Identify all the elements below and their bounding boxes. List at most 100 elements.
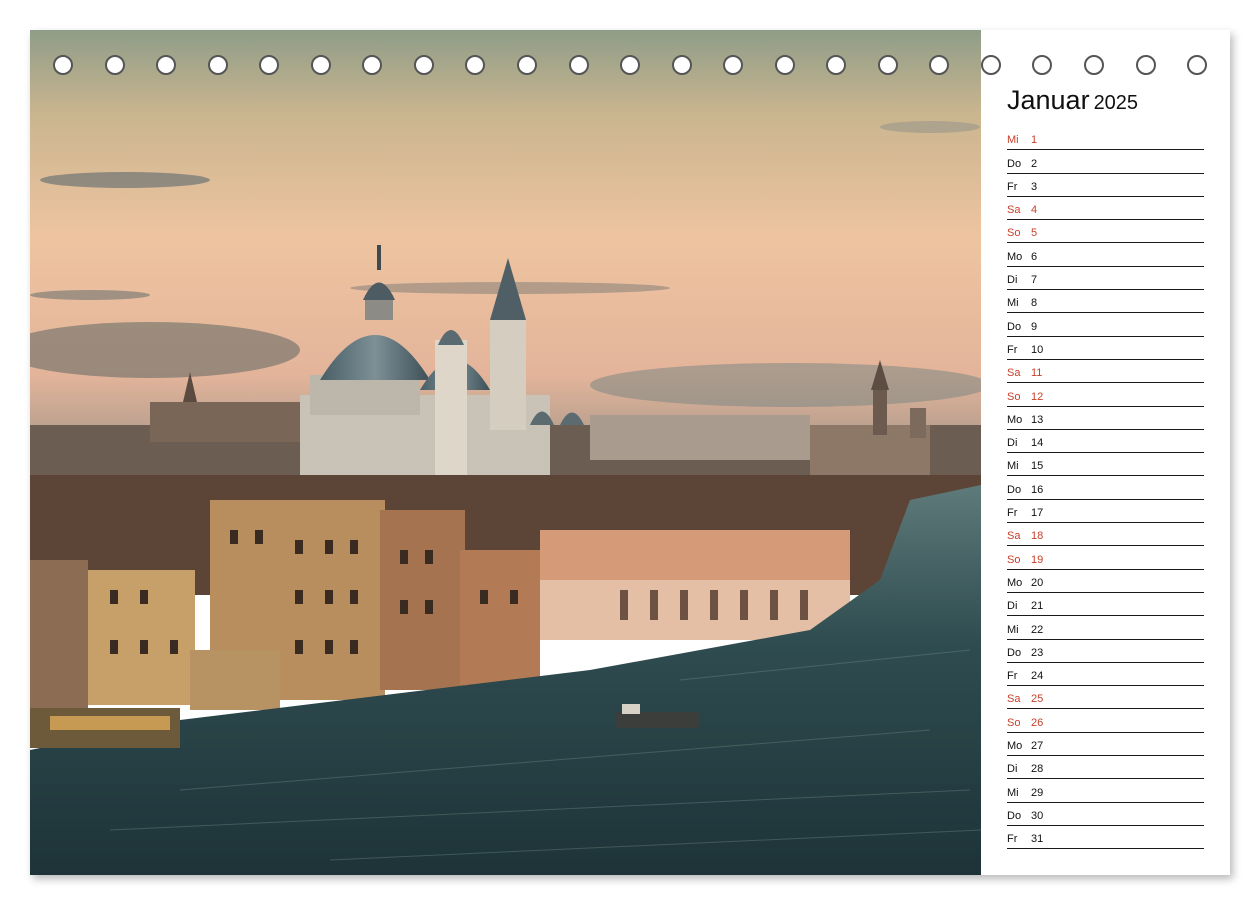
day-row: Mi 1	[1007, 127, 1204, 151]
day-row: Fr 24	[1007, 663, 1204, 687]
weekday-label: Sa	[1007, 367, 1021, 380]
weekday-label: Di	[1007, 763, 1018, 776]
weekday-label: Di	[1007, 437, 1018, 450]
day-number: 23	[1031, 646, 1044, 659]
calendar-panel: Januar 2025 Mi 1 Do 2 Fr 3 Sa 4 So 5 Mo 6 Di 7 Mi 8 Do 9 Fr…	[981, 30, 1230, 875]
weekday-label: Fr	[1007, 833, 1018, 846]
day-row: Sa 11	[1007, 360, 1204, 384]
weekday-label: Fr	[1007, 507, 1018, 520]
weekday-label: Do	[1007, 157, 1022, 170]
day-number: 6	[1031, 250, 1038, 263]
weekday-label: Do	[1007, 646, 1022, 659]
day-row: So 26	[1007, 709, 1204, 733]
weekday-label: Do	[1007, 809, 1022, 822]
day-number: 11	[1031, 367, 1043, 380]
weekday-label: Mo	[1007, 413, 1023, 426]
weekday-label: Sa	[1007, 693, 1021, 706]
day-row: Mo 20	[1007, 570, 1204, 593]
venice-grand-canal-photo	[30, 30, 981, 875]
weekday-label: So	[1007, 553, 1021, 566]
day-number: 28	[1031, 763, 1044, 776]
day-number: 13	[1031, 413, 1044, 426]
weekday-label: Fr	[1007, 670, 1018, 683]
day-number: 17	[1031, 507, 1044, 520]
day-row: Mo 13	[1007, 407, 1204, 430]
weekday-label: Sa	[1007, 530, 1021, 543]
day-number: 14	[1031, 437, 1044, 450]
day-row: Sa 18	[1007, 523, 1204, 547]
day-number: 5	[1031, 227, 1038, 240]
day-row: So 5	[1007, 220, 1204, 244]
day-row: Di 7	[1007, 267, 1204, 291]
day-number: 12	[1031, 390, 1044, 403]
day-number: 3	[1031, 180, 1038, 193]
day-number: 22	[1031, 623, 1044, 636]
day-number: 9	[1031, 320, 1038, 333]
weekday-label: Mi	[1007, 460, 1019, 473]
weekday-label: Di	[1007, 600, 1018, 613]
day-row: Fr 3	[1007, 174, 1204, 197]
weekday-label: Do	[1007, 483, 1022, 496]
month-name: Januar	[1007, 85, 1090, 115]
day-row: Do 2	[1007, 150, 1204, 174]
day-number: 1	[1031, 134, 1038, 147]
day-row: Mi 15	[1007, 453, 1204, 477]
weekday-label: Mi	[1007, 297, 1019, 310]
day-row: Fr 10	[1007, 337, 1204, 360]
day-number: 31	[1031, 833, 1044, 846]
day-number: 8	[1031, 297, 1038, 310]
weekday-label: Sa	[1007, 204, 1021, 217]
day-number: 25	[1031, 693, 1044, 706]
day-row: So 12	[1007, 383, 1204, 407]
day-number: 30	[1031, 809, 1044, 822]
day-number: 24	[1031, 670, 1044, 683]
weekday-label: So	[1007, 716, 1021, 729]
day-number: 29	[1031, 786, 1044, 799]
day-number: 21	[1031, 600, 1044, 613]
day-number: 15	[1031, 460, 1044, 473]
month-title: Januar 2025	[1007, 85, 1138, 116]
day-row: Di 21	[1007, 593, 1204, 617]
weekday-label: So	[1007, 390, 1021, 403]
day-row: Sa 25	[1007, 686, 1204, 710]
day-row: Di 28	[1007, 756, 1204, 780]
weekday-label: Mi	[1007, 134, 1019, 147]
day-row: So 19	[1007, 546, 1204, 570]
day-number: 2	[1031, 157, 1038, 170]
weekday-label: Mo	[1007, 576, 1023, 589]
day-row: Fr 31	[1007, 826, 1204, 850]
year-label: 2025	[1093, 92, 1139, 114]
day-number: 20	[1031, 576, 1044, 589]
day-row: Di 14	[1007, 430, 1204, 454]
day-number: 27	[1031, 740, 1044, 753]
weekday-label: Mo	[1007, 250, 1023, 263]
day-number: 10	[1031, 343, 1044, 356]
day-row: Do 30	[1007, 803, 1204, 826]
day-row: Mo 6	[1007, 243, 1204, 267]
weekday-label: Mo	[1007, 740, 1023, 753]
weekday-label: Do	[1007, 320, 1022, 333]
day-row: Do 23	[1007, 640, 1204, 663]
day-row: Fr 17	[1007, 500, 1204, 524]
calendar-page: Januar 2025 Mi 1 Do 2 Fr 3 Sa 4 So 5 Mo 6 Di 7 Mi 8 Do 9 Fr…	[30, 30, 1230, 875]
day-number: 4	[1031, 204, 1038, 217]
day-number: 7	[1031, 274, 1038, 287]
weekday-label: Fr	[1007, 343, 1018, 356]
day-row: Sa 4	[1007, 197, 1204, 221]
day-number: 18	[1031, 530, 1044, 543]
day-number: 16	[1031, 483, 1044, 496]
day-row: Do 9	[1007, 313, 1204, 337]
day-row: Mo 27	[1007, 733, 1204, 757]
day-row: Do 16	[1007, 476, 1204, 500]
weekday-label: Fr	[1007, 180, 1018, 193]
day-list: Mi 1 Do 2 Fr 3 Sa 4 So 5 Mo 6 Di 7 Mi 8 Do 9 Fr 10 Sa 11 So 12 M…	[1007, 127, 1204, 850]
day-number: 19	[1031, 553, 1044, 566]
weekday-label: Mi	[1007, 623, 1019, 636]
day-number: 26	[1031, 716, 1044, 729]
day-row: Mi 8	[1007, 290, 1204, 314]
day-row: Mi 29	[1007, 779, 1204, 803]
weekday-label: Di	[1007, 274, 1018, 287]
weekday-label: Mi	[1007, 786, 1019, 799]
day-row: Mi 22	[1007, 616, 1204, 640]
weekday-label: So	[1007, 227, 1021, 240]
